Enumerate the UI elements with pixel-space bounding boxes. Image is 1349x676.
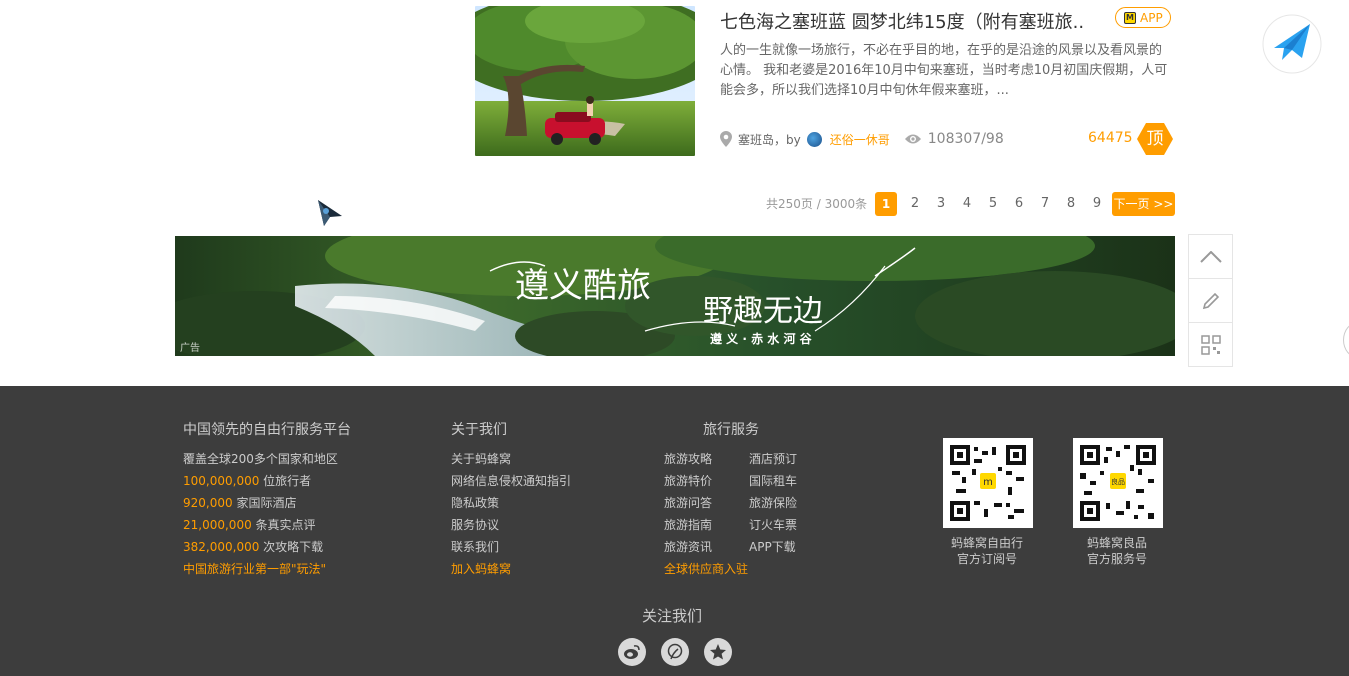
qrcode-service-caption: 蚂蜂窝良品 官方服务号	[1062, 535, 1172, 567]
footer-link-hotel[interactable]: 酒店预订	[749, 450, 797, 467]
stat-number: 21,000,000	[183, 518, 252, 532]
stat-text: 覆盖全球200多个国家和地区	[183, 452, 338, 466]
stat-text: 次攻略下载	[259, 540, 324, 554]
footer-link-about[interactable]: 关于蚂蜂窝	[451, 450, 511, 467]
footer-link-deals[interactable]: 旅游特价	[664, 472, 712, 489]
article-title[interactable]: 七色海之塞班蓝 圆梦北纬15度（附有塞班旅..	[720, 8, 1084, 34]
page-8-button[interactable]: 8	[1060, 192, 1082, 216]
qrcode-subscription-caption: 蚂蜂窝自由行 官方订阅号	[932, 535, 1042, 567]
star-icon	[710, 644, 726, 660]
chevron-up-icon	[1199, 250, 1222, 263]
feedback-button[interactable]	[1189, 279, 1232, 323]
footer-link-app[interactable]: APP下载	[749, 538, 796, 555]
footer-col3-title: 旅行服务	[703, 422, 759, 438]
article-likes: 64475	[1088, 130, 1133, 146]
footer-link-contact[interactable]: 联系我们	[451, 538, 499, 555]
side-toolbar	[1188, 234, 1233, 367]
page-1-button[interactable]: 1	[875, 192, 897, 216]
footer-link-qa[interactable]: 旅游问答	[664, 494, 712, 511]
weibo-button[interactable]	[618, 638, 646, 666]
stat-number: 382,000,000	[183, 540, 260, 554]
footer-col1-line: 21,000,000 条真实点评	[183, 516, 316, 533]
footer-link-news[interactable]: 旅游资讯	[664, 538, 712, 555]
qr1-line2: 官方订阅号	[956, 552, 1017, 566]
page-4-button[interactable]: 4	[956, 192, 978, 216]
footer-link-train[interactable]: 订火车票	[749, 516, 797, 533]
qrcode-service: 良品	[1073, 438, 1163, 528]
banner-subtitle: 遵 义 · 赤 水 河 谷	[710, 332, 812, 346]
qrcode-button[interactable]	[1189, 323, 1232, 367]
footer-link-guide[interactable]: 旅游攻略	[664, 450, 712, 467]
footer-link-terms[interactable]: 服务协议	[451, 516, 499, 533]
article-author[interactable]: 还俗一休哥	[830, 131, 890, 148]
banner-title-2: 野趣无边	[703, 294, 823, 329]
stat-text: 条真实点评	[251, 518, 316, 532]
page-2-button[interactable]: 2	[904, 192, 926, 216]
footer-link-car-rental[interactable]: 国际租车	[749, 472, 797, 489]
favorite-button[interactable]	[704, 638, 732, 666]
svg-text:良品: 良品	[1111, 477, 1125, 486]
location-pin-icon	[720, 131, 732, 147]
qrcode-subscription: m	[943, 438, 1033, 528]
stat-number: 920,000	[183, 496, 233, 510]
footer-link-privacy[interactable]: 隐私政策	[451, 494, 499, 511]
article-views: 108307/98	[927, 131, 1004, 147]
ad-banner[interactable]: 遵义酷旅 野趣无边 遵 义 · 赤 水 河 谷	[175, 236, 1175, 356]
footer-link-travel-guide[interactable]: 旅游指南	[664, 516, 712, 533]
footer-link-insurance[interactable]: 旅游保险	[749, 494, 797, 511]
back-to-top-button[interactable]	[1189, 235, 1232, 279]
footer-link-infringement[interactable]: 网络信息侵权通知指引	[451, 472, 571, 489]
edge-handle[interactable]	[1343, 322, 1349, 358]
page-5-button[interactable]: 5	[982, 192, 1004, 216]
qq-zone-button[interactable]	[661, 638, 689, 666]
pencil-icon	[1202, 292, 1219, 309]
qr1-line1: 蚂蜂窝自由行	[950, 536, 1023, 550]
follow-us-title: 关注我们	[642, 607, 703, 625]
footer-col1-line: 920,000 家国际酒店	[183, 494, 296, 511]
footer-col1-line: 382,000,000 次攻略下载	[183, 538, 323, 555]
ad-label: 广告	[180, 343, 200, 354]
page-7-button[interactable]: 7	[1034, 192, 1056, 216]
top-vote-label: 顶	[1146, 129, 1164, 149]
article-meta: 塞班岛 ，by 还俗一休哥 108307/98	[720, 130, 1004, 148]
banner-title-1: 遵义酷旅	[515, 266, 651, 306]
eye-icon	[904, 134, 921, 144]
page-3-button[interactable]: 3	[930, 192, 952, 216]
by-label: ，by	[774, 132, 801, 147]
mouse-cursor-icon	[316, 196, 344, 228]
mafengwo-m-icon: M	[1124, 11, 1136, 24]
article-description: 人的一生就像一场旅行，不必在乎目的地，在乎的是沿途的风景以及看风景的心情。 我和…	[720, 43, 1168, 98]
top-vote-button[interactable]: 顶	[1136, 122, 1174, 156]
weibo-icon	[624, 645, 640, 659]
footer-link-join[interactable]: 加入蚂蜂窝	[451, 560, 511, 577]
article-location[interactable]: 塞班岛	[738, 131, 774, 148]
stat-text: 家国际酒店	[232, 496, 297, 510]
footer-col1-line: 覆盖全球200多个国家和地区	[183, 450, 338, 467]
qrcode-icon	[1200, 335, 1221, 355]
qr2-line1: 蚂蜂窝良品	[1086, 536, 1147, 550]
pagination-info: 共250页 / 3000条	[766, 197, 868, 211]
mafengwo-logo-float[interactable]	[1262, 14, 1322, 74]
leaf-icon	[667, 643, 683, 660]
svg-text:m: m	[983, 477, 993, 488]
footer-link-supplier[interactable]: 全球供应商入驻	[664, 560, 748, 577]
avatar[interactable]	[806, 131, 822, 147]
stat-text: 位旅行者	[259, 474, 312, 488]
page-6-button[interactable]: 6	[1008, 192, 1030, 216]
footer-col2-title: 关于我们	[451, 422, 507, 438]
app-badge[interactable]: M APP	[1115, 7, 1171, 28]
next-page-button[interactable]: 下一页 >>	[1112, 192, 1175, 216]
stat-number: 100,000,000	[183, 474, 260, 488]
footer-col1-line: 100,000,000 位旅行者	[183, 472, 311, 489]
article-thumbnail[interactable]	[475, 6, 695, 156]
qr2-line2: 官方服务号	[1086, 552, 1147, 566]
footer-highlight-link[interactable]: 中国旅游行业第一部"玩法"	[183, 560, 326, 577]
footer-col1-title: 中国领先的自由行服务平台	[183, 422, 351, 438]
app-badge-label: APP	[1140, 10, 1163, 25]
page-9-button[interactable]: 9	[1086, 192, 1108, 216]
